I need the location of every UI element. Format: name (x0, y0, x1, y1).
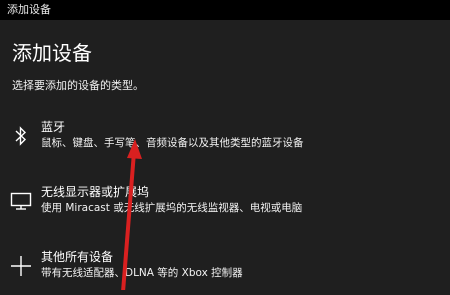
option-desc-other-devices: 带有无线适配器、DLNA 等的 Xbox 控制器 (41, 267, 243, 279)
option-label-bluetooth: 蓝牙 (41, 120, 66, 134)
plus-icon (8, 253, 34, 279)
title-bar: 添加设备 (0, 0, 450, 20)
page-title: 添加设备 (12, 41, 92, 65)
monitor-icon (8, 188, 34, 214)
window-title: 添加设备 (7, 3, 51, 16)
option-desc-bluetooth: 鼠标、键盘、手写笔、音频设备以及其他类型的蓝牙设备 (41, 137, 304, 149)
page-subtitle: 选择要添加的设备的类型。 (12, 79, 144, 92)
bluetooth-icon (8, 123, 34, 149)
add-bluetooth-option[interactable]: 蓝牙 鼠标、键盘、手写笔、音频设备以及其他类型的蓝牙设备 (0, 119, 450, 165)
option-desc-wireless-display: 使用 Miracast 或无线扩展坞的无线监视器、电视或电脑 (41, 202, 303, 214)
add-other-devices-option[interactable]: 其他所有设备 带有无线适配器、DLNA 等的 Xbox 控制器 (0, 249, 450, 295)
option-label-wireless-display: 无线显示器或扩展坞 (41, 185, 150, 199)
add-wireless-display-option[interactable]: 无线显示器或扩展坞 使用 Miracast 或无线扩展坞的无线监视器、电视或电脑 (0, 184, 450, 230)
option-label-other-devices: 其他所有设备 (41, 250, 114, 264)
